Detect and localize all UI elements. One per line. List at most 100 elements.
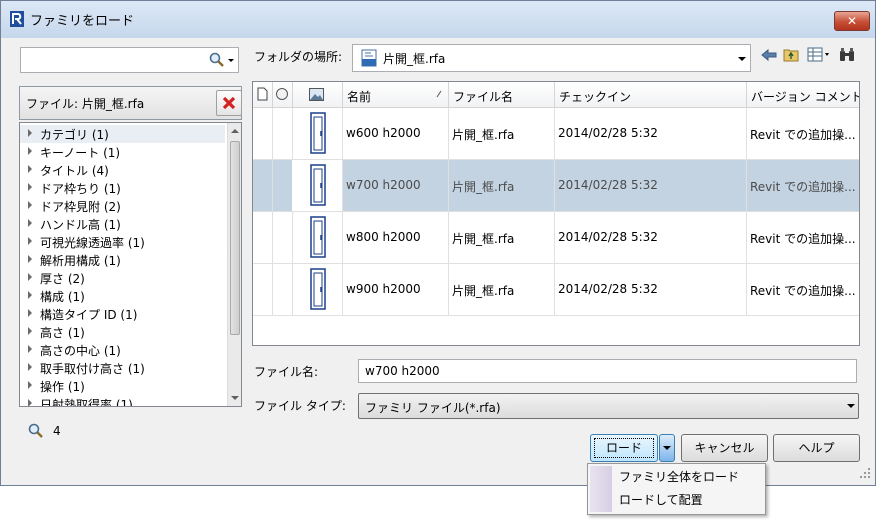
tree-item[interactable]: 高さ (1) [20, 323, 225, 341]
column-header-preview[interactable] [292, 82, 343, 107]
load-options-menu: ファミリ全体をロード ロードして配置 [587, 463, 766, 515]
row-checkin: 2014/02/28 5:32 [558, 282, 658, 296]
folder-location-select[interactable]: 片開_框.rfa [352, 44, 751, 72]
close-icon: ✕ [846, 14, 858, 28]
table-row[interactable]: w900 h2000 片開_框.rfa 2014/02/28 5:32 Revi… [253, 264, 859, 316]
result-count: 4 [53, 424, 61, 438]
revit-logo-icon [10, 11, 24, 27]
folder-value: 片開_框.rfa [383, 52, 446, 66]
column-header-comment[interactable]: バージョン コメント [746, 82, 859, 107]
menu-item-load-all[interactable]: ファミリ全体をロード [619, 468, 739, 485]
close-icon [222, 96, 236, 110]
dialog-title: ファミリをロード [30, 14, 135, 29]
menu-item-load-and-place[interactable]: ロードして配置 [619, 491, 703, 508]
tree-scrollbar[interactable] [227, 123, 241, 406]
tree-item[interactable]: ハンドル高 (1) [20, 215, 225, 233]
tree-item[interactable]: キーノート (1) [20, 143, 225, 161]
clear-filter-button[interactable] [216, 90, 242, 116]
column-header-file[interactable] [253, 82, 273, 107]
tree-item[interactable]: 取手取付け高さ (1) [20, 359, 225, 377]
search-icon [28, 423, 43, 438]
table-header: 名前 ファイル名 チェックイン バージョン コメント [253, 82, 859, 108]
row-file: 片開_框.rfa [452, 284, 515, 298]
table-row-selected[interactable]: w700 h2000 片開_框.rfa 2014/02/28 5:32 Revi… [253, 160, 859, 212]
expand-arrow-icon [28, 309, 32, 317]
tree-item[interactable]: 構成 (1) [20, 287, 225, 305]
filetype-value: ファミリ ファイル(*.rfa) [365, 401, 501, 415]
tree-item[interactable]: ドア枠ちり (1) [20, 179, 225, 197]
help-button[interactable]: ヘルプ [773, 434, 860, 462]
filename-input[interactable]: w700 h2000 [358, 359, 857, 383]
folder-label: フォルダの場所: [254, 50, 343, 64]
scroll-thumb[interactable] [230, 141, 240, 335]
chevron-down-icon [228, 59, 234, 62]
image-icon [309, 88, 324, 101]
expand-arrow-icon [28, 165, 32, 173]
expand-arrow-icon [28, 129, 32, 137]
column-header-status[interactable] [272, 82, 293, 107]
expand-arrow-icon [28, 255, 32, 263]
tree-item[interactable]: カテゴリ (1) [20, 125, 225, 143]
door-thumbnail-icon [310, 164, 326, 206]
column-header-checkin[interactable]: チェックイン [554, 82, 747, 107]
tree-item[interactable]: 可視光線透過率 (1) [20, 233, 225, 251]
load-button[interactable]: ロード [590, 434, 658, 462]
search-options-button[interactable] [206, 47, 239, 73]
file-icon [257, 87, 268, 101]
row-name: w800 h2000 [346, 230, 421, 244]
table-row[interactable]: w600 h2000 片開_框.rfa 2014/02/28 5:32 Revi… [253, 108, 859, 160]
row-name: w600 h2000 [346, 126, 421, 140]
cancel-button[interactable]: キャンセル [681, 434, 768, 462]
door-thumbnail-icon [310, 216, 326, 258]
expand-arrow-icon [28, 345, 32, 353]
search-icon [209, 52, 224, 67]
scroll-up-icon[interactable] [231, 129, 239, 133]
door-thumbnail-icon [310, 112, 326, 154]
load-options-dropdown[interactable] [659, 434, 675, 462]
chevron-down-icon [847, 404, 855, 408]
binoculars-icon[interactable] [839, 47, 855, 62]
row-thumbnail [292, 160, 343, 211]
expand-arrow-icon [28, 399, 32, 406]
tree-item[interactable]: 解析用構成 (1) [20, 251, 225, 269]
expand-arrow-icon [28, 381, 32, 389]
back-arrow-icon[interactable] [761, 48, 777, 62]
row-name: w700 h2000 [346, 178, 421, 192]
tree-item[interactable]: 日射熱取得率 (1) [20, 395, 225, 406]
column-header-filename[interactable]: ファイル名 [448, 82, 555, 107]
up-folder-icon[interactable] [783, 47, 800, 62]
title-bar: ファミリをロード ✕ [1, 1, 875, 38]
filter-bar: ファイル: 片開_框.rfa [19, 86, 242, 120]
circle-icon [276, 88, 288, 100]
tree-item[interactable]: 構造タイプ ID (1) [20, 305, 225, 323]
row-comment: Revit での追加操... [750, 180, 856, 194]
tree-item[interactable]: タイトル (4) [20, 161, 225, 179]
close-button[interactable]: ✕ [834, 11, 870, 31]
filetype-select[interactable]: ファミリ ファイル(*.rfa) [358, 393, 859, 419]
door-thumbnail-icon [310, 268, 326, 310]
filetype-label: ファイル タイプ: [254, 399, 346, 413]
row-checkin: 2014/02/28 5:32 [558, 230, 658, 244]
row-checkin: 2014/02/28 5:32 [558, 126, 658, 140]
chevron-down-icon [738, 57, 746, 61]
row-thumbnail [292, 212, 343, 263]
expand-arrow-icon [28, 201, 32, 209]
expand-arrow-icon [28, 291, 32, 299]
view-menu-icon[interactable] [807, 47, 831, 62]
scroll-down-icon[interactable] [231, 396, 239, 400]
row-file: 片開_框.rfa [452, 180, 515, 194]
rfa-file-icon [361, 49, 377, 67]
filename-label: ファイル名: [254, 365, 319, 379]
tree-item[interactable]: ドア枠見附 (2) [20, 197, 225, 215]
tree-item[interactable]: 操作 (1) [20, 377, 225, 395]
expand-arrow-icon [28, 327, 32, 335]
row-file: 片開_框.rfa [452, 128, 515, 142]
filter-label: ファイル: 片開_框.rfa [26, 97, 145, 111]
tree-item[interactable]: 厚さ (2) [20, 269, 225, 287]
tree-item[interactable]: 高さの中心 (1) [20, 341, 225, 359]
row-thumbnail [292, 264, 343, 315]
resize-grip-icon[interactable] [859, 467, 871, 479]
table-row[interactable]: w800 h2000 片開_框.rfa 2014/02/28 5:32 Revi… [253, 212, 859, 264]
search-input[interactable] [20, 47, 207, 73]
column-header-name[interactable]: 名前 [342, 82, 449, 107]
